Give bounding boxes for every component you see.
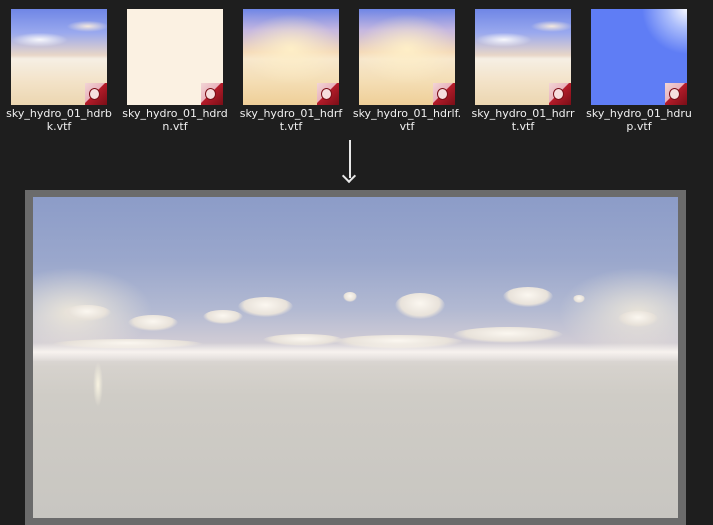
- thumbnail-filename: sky_hydro_01_hdrup.vtf: [586, 107, 692, 133]
- cloud: [128, 315, 178, 331]
- cloud: [203, 310, 243, 324]
- down-arrow-icon: [341, 140, 357, 184]
- thumbnail-image: [243, 9, 339, 105]
- vtf-badge-icon: [549, 83, 571, 105]
- sun-reflection: [93, 362, 103, 407]
- panorama-image: [33, 197, 678, 518]
- thumbnail-filename: sky_hydro_01_hdrft.vtf: [239, 107, 343, 133]
- thumbnail-image: [127, 9, 223, 105]
- thumbnail-filename: sky_hydro_01_hdrlf.vtf: [352, 107, 462, 133]
- cloud: [573, 295, 585, 303]
- vtf-badge-icon: [665, 83, 687, 105]
- thumbnail-up[interactable]: sky_hydro_01_hdrup.vtf: [586, 9, 692, 133]
- panorama-preview-frame: [25, 190, 686, 525]
- thumbnail-bk[interactable]: sky_hydro_01_hdrbk.vtf: [6, 9, 112, 133]
- cubemap-face-strip: sky_hydro_01_hdrbk.vtf sky_hydro_01_hdrd…: [0, 0, 713, 140]
- cloud: [453, 327, 563, 343]
- cloud: [343, 292, 357, 302]
- thumbnail-rt[interactable]: sky_hydro_01_hdrrt.vtf: [472, 9, 575, 133]
- vtf-badge-icon: [317, 83, 339, 105]
- thumbnail-image: [11, 9, 107, 105]
- vtf-badge-icon: [85, 83, 107, 105]
- cloud: [238, 297, 293, 317]
- vtf-badge-icon: [433, 83, 455, 105]
- cloud: [618, 311, 658, 327]
- thumbnail-image: [359, 9, 455, 105]
- thumbnail-dn[interactable]: sky_hydro_01_hdrdn.vtf: [122, 9, 228, 133]
- thumbnail-filename: sky_hydro_01_hdrdn.vtf: [122, 107, 228, 133]
- thumbnail-image: [591, 9, 687, 105]
- vtf-badge-icon: [201, 83, 223, 105]
- horizon-line: [33, 343, 678, 361]
- thumbnail-image: [475, 9, 571, 105]
- cloud: [503, 287, 553, 307]
- thumbnail-lf[interactable]: sky_hydro_01_hdrlf.vtf: [353, 9, 461, 133]
- thumbnail-ft[interactable]: sky_hydro_01_hdrft.vtf: [240, 9, 342, 133]
- thumbnail-filename: sky_hydro_01_hdrbk.vtf: [6, 107, 112, 133]
- cloud: [63, 305, 111, 321]
- thumbnail-filename: sky_hydro_01_hdrrt.vtf: [471, 107, 575, 133]
- cloud: [395, 293, 445, 319]
